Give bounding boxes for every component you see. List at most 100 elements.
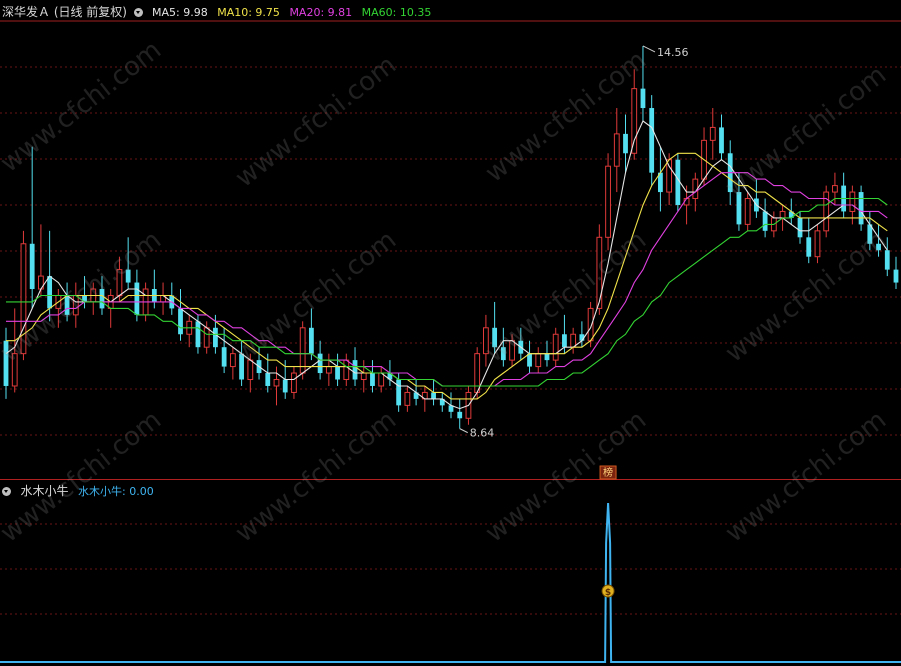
candle: [457, 398, 463, 429]
ma10-legend: MA10: 9.75: [217, 6, 280, 19]
candle: [325, 353, 332, 386]
candle-body: [360, 372, 367, 381]
candle-body: [544, 353, 550, 361]
candle-body: [221, 347, 227, 367]
candle-body: [736, 192, 742, 225]
candle-body: [474, 353, 481, 393]
candle-body: [884, 250, 890, 270]
candle: [38, 224, 44, 296]
candle-body: [552, 333, 559, 361]
candle-body: [396, 379, 402, 406]
candle-body: [213, 327, 218, 348]
candle-body: [125, 269, 131, 283]
candle-body: [229, 353, 236, 368]
candle: [308, 308, 314, 361]
candle: [169, 282, 175, 315]
candle: [605, 153, 611, 251]
candle: [160, 282, 166, 315]
candle-body: [370, 373, 375, 386]
candle-body: [876, 243, 881, 251]
candle: [527, 340, 532, 374]
high-label: 14.56: [657, 46, 689, 59]
low-label: 8.64: [470, 427, 495, 440]
candle: [649, 95, 655, 186]
candle-body: [273, 379, 280, 387]
candle: [483, 314, 489, 367]
candle: [806, 217, 812, 264]
candle-body: [378, 372, 385, 387]
candle: [709, 108, 716, 160]
candle-body: [99, 289, 105, 309]
candle-body: [500, 347, 506, 361]
candle: [658, 146, 663, 212]
candle: [884, 237, 890, 277]
candle: [335, 353, 340, 386]
candle-body: [47, 276, 53, 309]
candle-body: [325, 366, 332, 374]
candle: [404, 385, 411, 412]
candle-body: [605, 165, 611, 238]
candle: [370, 360, 375, 393]
ma5-line: [5, 120, 888, 410]
candle-body: [570, 333, 577, 348]
candle: [178, 289, 183, 341]
candle-body: [762, 211, 768, 231]
candle-body: [631, 88, 638, 154]
indicator-line: [0, 502, 901, 663]
candle-body: [719, 127, 724, 154]
candle: [492, 301, 498, 354]
candle: [151, 269, 157, 309]
candle-body: [823, 191, 830, 232]
candle: [273, 366, 280, 406]
candle: [535, 347, 542, 374]
candles: [3, 45, 899, 429]
candle-body: [203, 327, 210, 348]
candle-body: [806, 237, 812, 257]
candle-body: [282, 379, 288, 393]
candle-body: [247, 359, 254, 381]
candle: [299, 321, 306, 380]
candle-body: [849, 191, 856, 212]
candle-body: [613, 133, 620, 167]
indicator-title[interactable]: 水木小牛: [21, 484, 69, 498]
candle-body: [116, 269, 123, 296]
chevron-down-icon[interactable]: [2, 487, 11, 496]
candle-body: [744, 198, 751, 225]
candle: [570, 327, 577, 354]
candle: [666, 153, 673, 205]
candle-body: [623, 133, 628, 154]
candle: [753, 179, 759, 218]
ma60-legend: MA60: 10.35: [361, 6, 432, 19]
sub-chart-header: 水木小牛 水木小牛: 0.00: [2, 483, 160, 499]
chevron-down-icon[interactable]: [133, 8, 143, 17]
candle-body: [72, 294, 79, 316]
candle: [229, 347, 236, 380]
candle: [719, 114, 724, 160]
candle-body: [352, 360, 358, 380]
candle: [20, 230, 27, 361]
ma10-line: [6, 152, 888, 400]
candle-body: [431, 392, 436, 399]
rank-badge-label: 榜: [603, 466, 613, 479]
candle: [378, 366, 385, 393]
candle: [814, 224, 821, 264]
stock-title[interactable]: 深华发Ａ (日线 前复权): [2, 5, 127, 19]
candle: [613, 108, 620, 193]
candle-body: [562, 334, 567, 348]
candle: [762, 198, 768, 238]
candle: [72, 282, 79, 328]
candle: [55, 289, 62, 328]
candle-body: [666, 159, 673, 193]
candle-body: [640, 88, 646, 109]
candle-body: [649, 108, 655, 173]
ma20-legend: MA20: 9.81: [289, 6, 353, 19]
candle: [552, 327, 559, 367]
candle-body: [291, 372, 297, 393]
ma5-legend: MA5: 9.98: [152, 6, 208, 19]
candle-body: [335, 366, 340, 380]
money-bag-glyph: $: [605, 588, 611, 598]
candle: [64, 282, 70, 322]
money-bag-icon: $: [601, 584, 615, 598]
candle-body: [797, 217, 803, 238]
candle-body: [509, 340, 515, 361]
